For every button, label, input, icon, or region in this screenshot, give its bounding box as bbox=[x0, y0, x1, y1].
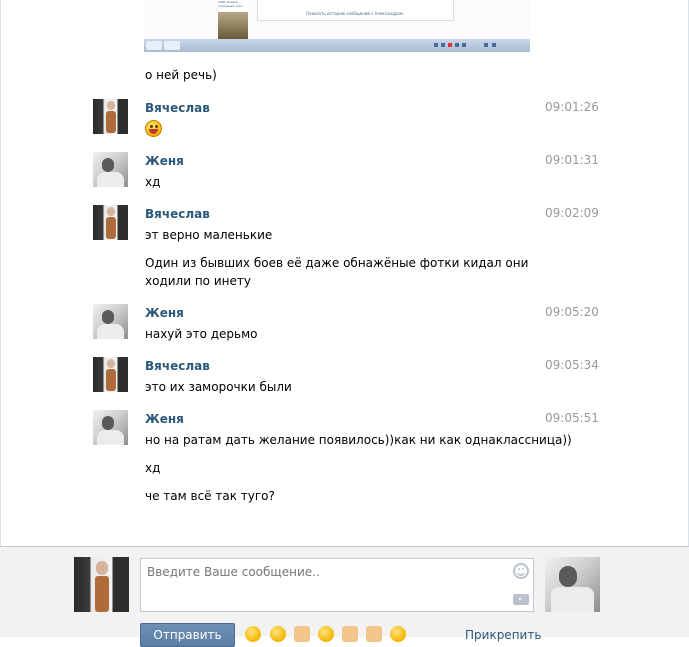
tray-icon bbox=[462, 43, 466, 47]
thumbs-up-icon[interactable] bbox=[294, 626, 310, 642]
attached-screenshot[interactable]: СМИ: Боевик Скромный опыт Показать истор… bbox=[144, 0, 530, 52]
screenshot-taskbar bbox=[144, 39, 530, 52]
message-text: но на ратам дать желание появилось))как … bbox=[145, 433, 572, 447]
smiley-icon[interactable] bbox=[390, 626, 406, 642]
message-time: 09:05:51 bbox=[545, 411, 599, 425]
tray-icon bbox=[441, 43, 445, 47]
message-text: хд bbox=[145, 175, 161, 189]
tray-icon bbox=[448, 43, 452, 47]
tray-icon bbox=[484, 43, 488, 47]
message-author[interactable]: Женя bbox=[145, 153, 184, 169]
avatar-zhenya[interactable] bbox=[93, 152, 128, 187]
tray-icon bbox=[492, 43, 496, 47]
tray-icon bbox=[434, 43, 438, 47]
message-input-placeholder: Введите Ваше сообщение.. bbox=[147, 565, 320, 579]
message-text: Один из бывших боев её даже обнажёные фо… bbox=[145, 256, 529, 270]
message-history[interactable]: СМИ: Боевик Скромный опыт Показать истор… bbox=[0, 0, 689, 546]
message-author[interactable]: Женя bbox=[145, 305, 184, 321]
camera-icon[interactable] bbox=[513, 594, 529, 605]
laughing-smiley-icon bbox=[145, 120, 162, 137]
peer-avatar[interactable] bbox=[545, 557, 600, 612]
pointing-hand-icon[interactable] bbox=[342, 626, 358, 642]
message-time: 09:01:26 bbox=[545, 100, 599, 114]
message-author[interactable]: Вячеслав bbox=[145, 206, 210, 222]
smiley-icon[interactable] bbox=[245, 626, 261, 642]
compose-panel: Введите Ваше сообщение.. Отправить Прикр… bbox=[0, 546, 689, 647]
message-text: это их заморочки были bbox=[145, 380, 292, 394]
avatar-vyacheslav[interactable] bbox=[93, 205, 128, 240]
smiley-icon[interactable] bbox=[318, 626, 334, 642]
message-author[interactable]: Вячеслав bbox=[145, 100, 210, 116]
message-time: 09:02:09 bbox=[545, 206, 599, 220]
message-time: 09:05:34 bbox=[545, 358, 599, 372]
avatar-zhenya[interactable] bbox=[93, 304, 128, 339]
message-time: 09:01:31 bbox=[545, 153, 599, 167]
screenshot-thumb-caption: СМИ: Боевик Скромный опыт bbox=[218, 0, 244, 8]
message-text: ходили по инету bbox=[145, 274, 251, 288]
windows-start-icon bbox=[146, 41, 162, 50]
avatar-vyacheslav[interactable] bbox=[93, 99, 128, 134]
smiley-icon[interactable] bbox=[270, 626, 286, 642]
attach-link[interactable]: Прикрепить bbox=[465, 627, 541, 643]
tray-icon bbox=[455, 43, 459, 47]
message-text: о ней речь) bbox=[145, 68, 217, 82]
message-text: эт верно маленькие bbox=[145, 228, 273, 242]
ok-hand-icon[interactable] bbox=[366, 626, 382, 642]
message-author[interactable]: Вячеслав bbox=[145, 358, 210, 374]
message-time: 09:05:20 bbox=[545, 305, 599, 319]
smiley-picker-icon[interactable] bbox=[513, 563, 529, 579]
avatar-zhenya[interactable] bbox=[93, 410, 128, 445]
screenshot-box-link: Показать историю сообщений с Александром bbox=[306, 11, 403, 16]
my-avatar[interactable] bbox=[74, 557, 129, 612]
chrome-icon bbox=[164, 41, 180, 50]
message-author[interactable]: Женя bbox=[145, 411, 184, 427]
avatar-vyacheslav[interactable] bbox=[93, 357, 128, 392]
message-text: хд bbox=[145, 461, 161, 475]
message-input[interactable]: Введите Ваше сообщение.. bbox=[140, 558, 534, 612]
send-button[interactable]: Отправить bbox=[140, 623, 235, 647]
message-text: нахуй это дерьмо bbox=[145, 327, 258, 341]
message-text: че там всё так туго? bbox=[145, 489, 275, 503]
